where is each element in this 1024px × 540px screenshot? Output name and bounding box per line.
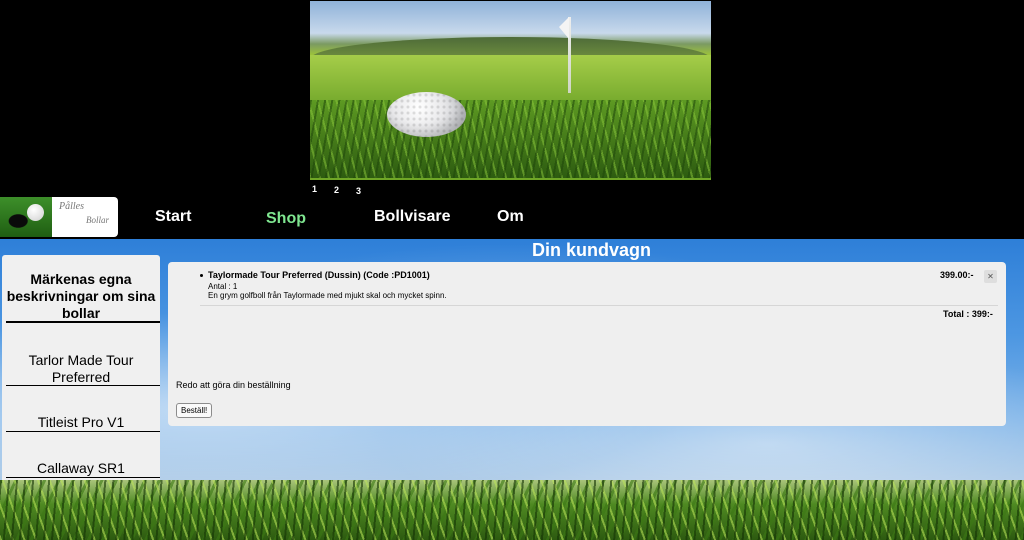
cart-total: Total : 399:- <box>943 309 993 319</box>
site-logo[interactable]: Pålles Bollar <box>0 197 118 237</box>
list-bullet <box>200 274 203 277</box>
sidebar-heading-divider <box>6 321 160 323</box>
slider-pagination: 1 2 3 <box>312 184 378 196</box>
shopping-cart: Taylormade Tour Preferred (Dussin) (Code… <box>168 262 1006 426</box>
footer-grass-background <box>0 480 1024 540</box>
sidebar-divider <box>6 385 160 386</box>
slider-page-2[interactable]: 2 <box>334 185 356 196</box>
logo-text-line1: Pålles <box>59 201 84 212</box>
cart-divider <box>200 305 998 306</box>
nav-bollvisare[interactable]: Bollvisare <box>374 208 450 226</box>
logo-text-line2: Bollar <box>86 215 110 225</box>
close-icon: ✕ <box>987 272 994 281</box>
nav-start[interactable]: Start <box>155 208 191 226</box>
sidebar-item-callaway[interactable]: Callaway SR1 <box>2 460 160 477</box>
sidebar-item-taylormade[interactable]: Tarlor Made Tour Preferred <box>2 352 160 386</box>
order-button[interactable]: Beställ! <box>176 403 213 418</box>
golf-flag-icon <box>559 17 569 39</box>
logo-hole-icon <box>0 197 52 237</box>
cart-item-title: Taylormade Tour Preferred (Dussin) (Code… <box>208 270 430 280</box>
nav-om[interactable]: Om <box>497 208 524 226</box>
sidebar-divider <box>6 431 160 432</box>
sidebar: Märkenas egna beskrivningar om sina boll… <box>2 255 160 480</box>
sidebar-divider <box>6 477 160 478</box>
header-banner-image <box>310 1 711 180</box>
cart-item-description: En grym golfboll från Taylormade med mju… <box>208 291 447 300</box>
banner-grass <box>310 100 711 180</box>
banner-divider <box>310 178 711 180</box>
page-title: Din kundvagn <box>532 240 652 260</box>
slider-page-3[interactable]: 3 <box>356 186 378 196</box>
slider-page-1[interactable]: 1 <box>312 184 334 196</box>
nav-shop[interactable]: Shop <box>266 210 306 228</box>
sidebar-item-titleist[interactable]: Titleist Pro V1 <box>2 414 160 431</box>
order-ready-text: Redo att göra din beställning <box>176 380 291 390</box>
cart-item-quantity: Antal : 1 <box>208 282 238 291</box>
golf-ball-image <box>387 92 466 137</box>
remove-item-button[interactable]: ✕ <box>984 270 997 283</box>
cart-item-price: 399.00:- <box>940 270 974 280</box>
sidebar-heading: Märkenas egna beskrivningar om sina boll… <box>6 271 156 321</box>
logo-ball-icon <box>27 204 44 221</box>
